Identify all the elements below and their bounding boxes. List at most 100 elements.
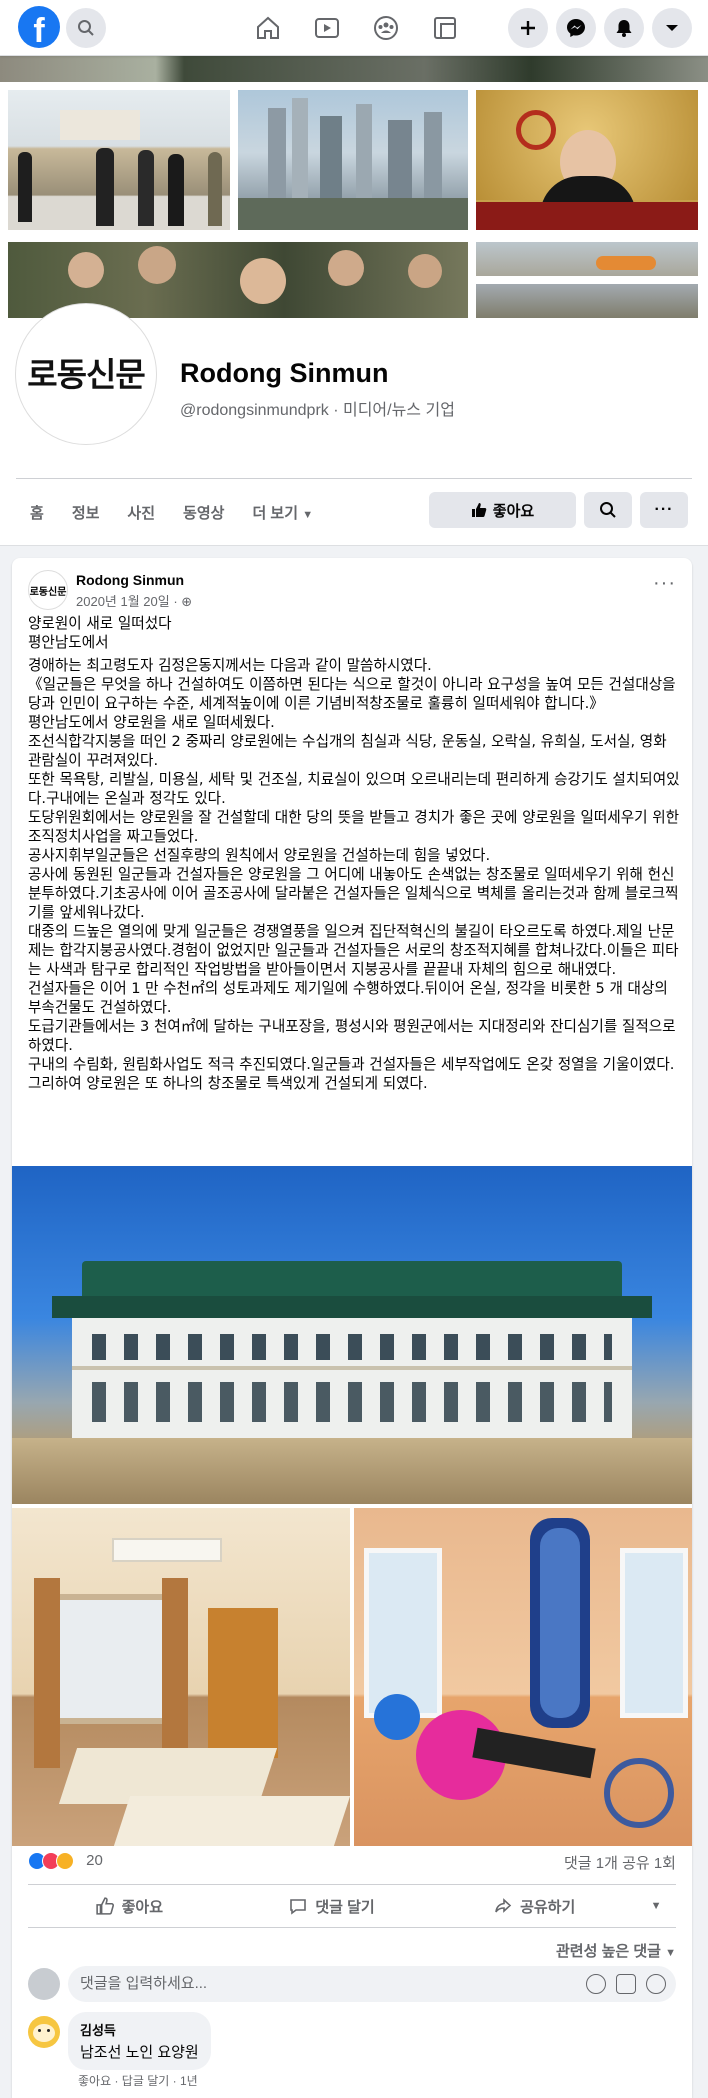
search-icon (600, 502, 616, 518)
comment-input-tools (586, 1974, 666, 1994)
comment-input[interactable]: 댓글을 입력하세요... (68, 1966, 676, 2002)
cover-tile-leaders-outdoor (8, 90, 230, 230)
post-paragraph: 구내의 수림화, 원림화사업도 적극 추진되였다.일군들과 건설자들은 세부작업… (28, 1056, 675, 1073)
post-paragraph: 그리하여 양로원은 또 하나의 창조물로 특색있게 건설되게 되였다. (28, 1075, 428, 1092)
page-subtitle: @rodongsinmundprk · 미디어/뉴스 기업 (180, 402, 455, 419)
tab-about[interactable]: 정보 (58, 492, 114, 536)
groups-icon (374, 16, 398, 40)
comment-button[interactable]: 댓글 달기 (231, 1885, 434, 1927)
cover-tile-field (476, 284, 698, 318)
gaming-icon (434, 17, 456, 39)
page-title[interactable]: Rodong Sinmun (180, 358, 388, 389)
search-icon (78, 20, 94, 36)
page-header: 로동신문 Rodong Sinmun @rodongsinmundprk · 미… (0, 304, 708, 546)
post-paragraph: 경애하는 최고령도자 김정은동지께서는 다음과 같이 말씀하시였다. (28, 657, 432, 674)
notifications-button[interactable] (604, 8, 644, 48)
post-paragraph: 공사지휘부일군들은 선질후량의 원칙에서 양로원을 건설하는데 힘을 넣었다. (28, 847, 491, 864)
post-paragraph: 공사에 동원된 일군들과 건설자들은 양로원을 그 어디에 내놓아도 손색없는 … (28, 866, 679, 921)
post-paragraph: 평안남도에서 (28, 634, 109, 651)
comment-meta[interactable]: 좋아요 · 답글 달기 · 1년 (78, 2072, 198, 2089)
haha-reaction-icon (56, 1852, 74, 1871)
reaction-icons[interactable] (28, 1852, 74, 1871)
create-button[interactable] (508, 8, 548, 48)
post-paragraph: 도급기관들에서는 3 천여㎡에 달하는 구내포장을, 평성시와 평원군에서는 지… (28, 1018, 676, 1054)
home-nav[interactable] (248, 10, 288, 46)
gif-icon[interactable] (616, 1974, 636, 1994)
account-menu-button[interactable] (652, 8, 692, 48)
tab-more-label: 더 보기 (252, 505, 299, 522)
share-icon (495, 1898, 512, 1913)
post-avatar-logo: 로동신문 (29, 586, 67, 598)
share-button[interactable]: 공유하기 (433, 1885, 636, 1927)
comment-button-label: 댓글 달기 (315, 1898, 375, 1916)
post-paragraph: 조선식합각지붕을 떠인 2 중짜리 양로원에는 수십개의 침실과 식당, 운동실… (28, 733, 667, 769)
comment-bubble: 김성득 남조선 노인 요양원 (68, 2012, 211, 2070)
watch-nav[interactable] (307, 10, 347, 46)
tab-home[interactable]: 홈 (16, 492, 58, 536)
caret-down-icon: ▼ (302, 509, 314, 521)
bell-icon (616, 20, 632, 37)
reaction-count[interactable]: 20 (86, 1852, 103, 1869)
comment-sort[interactable]: 관련성 높은 댓글 ▼ (556, 1940, 676, 1961)
post-photo-building[interactable] (12, 1166, 692, 1504)
sticker-icon[interactable] (646, 1974, 666, 1994)
top-navigation-bar: f (0, 0, 708, 56)
cover-tile-city (238, 90, 468, 230)
like-button-label: 좋아요 (121, 1898, 164, 1916)
cover-tile-launch (476, 242, 698, 276)
page-search-button[interactable] (584, 492, 632, 528)
like-button[interactable]: 좋아요 (28, 1885, 231, 1927)
post-paragraph: 《일군들은 무엇을 하나 건설하여도 이쯤하면 된다는 식으로 할것이 아니라 … (28, 676, 676, 712)
search-button[interactable] (66, 8, 106, 48)
share-button-label: 공유하기 (520, 1898, 576, 1916)
post-timestamp[interactable]: 2020년 1월 20일 · ⊕ (76, 591, 192, 610)
audience-dropdown[interactable]: ▼ (636, 1885, 676, 1927)
post-paragraph: 양로원이 새로 일떠섰다 (28, 615, 172, 632)
cover-tile-top (0, 56, 708, 82)
comment-author-name[interactable]: 김성득 (80, 2020, 199, 2039)
post-actions: 좋아요 댓글 달기 공유하기 ▼ (28, 1884, 676, 1928)
post-paragraph: 평안남도에서 양로원을 새로 일떠세웠다. (28, 714, 275, 731)
post-author-name[interactable]: Rodong Sinmun (76, 572, 184, 588)
comment-author-avatar[interactable] (28, 2016, 60, 2048)
page-more-button[interactable]: ··· (640, 492, 688, 528)
globe-icon: ⊕ (181, 594, 193, 609)
tab-more[interactable]: 더 보기 ▼ (238, 492, 327, 536)
video-icon (315, 18, 339, 38)
post-stats: 20 댓글 1개 공유 1회 (28, 1852, 676, 1876)
page-logo-text: 로동신문 (27, 354, 145, 394)
tab-photos[interactable]: 사진 (113, 492, 169, 536)
thumbs-up-icon (95, 1897, 114, 1915)
groups-nav[interactable] (366, 10, 406, 46)
facebook-logo[interactable]: f (18, 6, 60, 48)
thumbs-up-icon (471, 503, 487, 517)
post-paragraph: 도당위원회에서는 양로원을 잘 건설할데 대한 당의 뜻을 받들고 경치가 좋은… (28, 809, 680, 845)
messenger-icon (567, 19, 585, 37)
comment-share-count[interactable]: 댓글 1개 공유 1회 (564, 1852, 676, 1873)
caret-down-icon: ▼ (665, 1947, 676, 1959)
post-author-avatar[interactable]: 로동신문 (28, 570, 68, 610)
page-tabs: 홈 정보 사진 동영상 더 보기 ▼ (16, 492, 327, 536)
tab-videos[interactable]: 동영상 (169, 492, 238, 536)
chevron-down-icon (666, 25, 678, 31)
emoji-icon[interactable] (586, 1974, 606, 1994)
cover-tile-portrait (476, 90, 698, 230)
comment-text: 남조선 노인 요양원 (80, 2044, 199, 2061)
commenter-avatar[interactable] (28, 1968, 60, 2000)
post-options-button[interactable]: ··· (653, 572, 676, 595)
post-photo-bedroom[interactable] (12, 1508, 350, 1846)
post-date: 2020년 1월 20일 · (76, 594, 178, 609)
post-paragraph: 대중의 드높은 열의에 맞게 일군들은 경쟁열풍을 일으켜 집단적혁신의 불길이… (28, 923, 679, 978)
comment-icon (290, 1899, 307, 1915)
more-dots-icon: ··· (654, 501, 674, 518)
cover-photo[interactable] (0, 56, 708, 318)
messenger-button[interactable] (556, 8, 596, 48)
post-paragraph: 또한 목욕탕, 리발실, 미용실, 세탁 및 건조실, 치료실이 있으며 오르내… (28, 771, 680, 807)
post-card: 로동신문 Rodong Sinmun 2020년 1월 20일 · ⊕ ··· … (12, 558, 692, 2098)
post-photo-gym[interactable] (354, 1508, 692, 1846)
plus-icon (521, 21, 535, 35)
post-paragraph: 건설자들은 이어 1 만 수천㎡의 성토과제도 제기일에 수행하였다.뒤이어 온… (28, 980, 668, 1016)
page-profile-picture[interactable]: 로동신문 (16, 304, 156, 444)
gaming-nav[interactable] (425, 10, 465, 46)
page-like-button[interactable]: 좋아요 (429, 492, 576, 528)
